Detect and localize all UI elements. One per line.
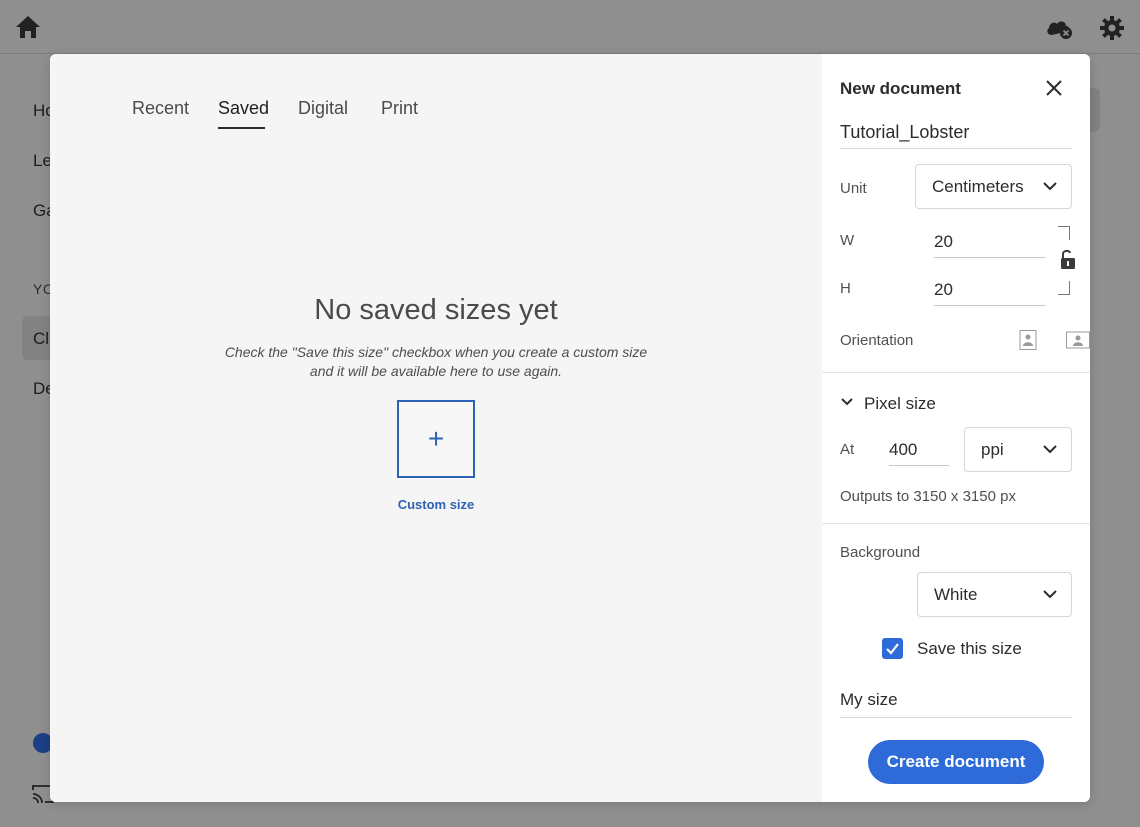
resolution-unit-select[interactable]: ppi xyxy=(964,427,1072,472)
portrait-icon[interactable] xyxy=(1018,330,1038,350)
chevron-down-icon xyxy=(841,398,853,406)
chevron-down-icon xyxy=(1043,590,1057,599)
at-label: At xyxy=(840,441,855,458)
background-value: White xyxy=(934,585,978,604)
bg-nav-item-cloud: Cl xyxy=(33,329,50,348)
document-name-input[interactable] xyxy=(840,117,1072,149)
checkmark-icon xyxy=(886,643,899,655)
tab-print[interactable]: Print xyxy=(381,98,418,119)
save-size-label[interactable]: Save this size xyxy=(917,639,1022,659)
chevron-down-icon xyxy=(1043,445,1057,454)
save-size-checkbox[interactable] xyxy=(882,638,903,659)
orientation-label: Orientation xyxy=(840,332,914,349)
background-label: Background xyxy=(840,544,921,561)
pixel-size-toggle[interactable]: Pixel size xyxy=(840,394,936,414)
tab-saved[interactable]: Saved xyxy=(218,98,269,119)
landscape-icon[interactable] xyxy=(1066,330,1090,350)
size-name-input[interactable] xyxy=(840,682,1072,718)
close-icon[interactable] xyxy=(1044,78,1064,98)
outputs-text: Outputs to 3150 x 3150 px xyxy=(840,488,1016,505)
app-topbar xyxy=(0,0,1140,54)
plus-icon: + xyxy=(427,423,445,454)
unit-value: Centimeters xyxy=(932,177,1024,196)
width-label: W xyxy=(840,232,855,249)
cloud-offline-icon[interactable] xyxy=(1044,16,1074,40)
empty-state-title: No saved sizes yet xyxy=(314,294,558,326)
unit-label: Unit xyxy=(840,180,867,197)
panel-title: New document xyxy=(840,79,961,98)
empty-state-description-line1: Check the "Save this size" checkbox when… xyxy=(224,344,648,360)
resolution-unit-value: ppi xyxy=(981,440,1004,459)
unlock-icon[interactable] xyxy=(1059,248,1077,270)
tab-digital[interactable]: Digital xyxy=(298,98,348,119)
divider xyxy=(822,372,1090,373)
unit-select[interactable]: Centimeters xyxy=(915,164,1072,209)
presets-area: Recent Saved Digital Print No saved size… xyxy=(50,54,822,802)
resolution-input[interactable] xyxy=(889,434,949,466)
chevron-down-icon xyxy=(1043,182,1057,191)
custom-size-button[interactable]: + xyxy=(397,400,475,478)
aspect-bracket-bottom xyxy=(1058,281,1070,295)
tab-recent[interactable]: Recent xyxy=(132,98,189,119)
aspect-bracket-top xyxy=(1058,226,1070,240)
empty-state-description: Check the "Save this size" checkbox when… xyxy=(210,343,662,381)
pixel-size-label: Pixel size xyxy=(864,394,936,413)
background-select[interactable]: White xyxy=(917,572,1072,617)
active-tab-indicator xyxy=(218,127,265,129)
height-input[interactable] xyxy=(934,274,1046,306)
home-icon[interactable] xyxy=(14,14,42,40)
height-label: H xyxy=(840,280,851,297)
document-settings-panel: New document Unit Centimeters W H Orient… xyxy=(822,54,1090,802)
gear-icon[interactable] xyxy=(1099,15,1125,41)
custom-size-label[interactable]: Custom size xyxy=(50,497,822,512)
empty-state-description-line2: and it will be available here to use aga… xyxy=(309,363,563,379)
width-input[interactable] xyxy=(934,226,1046,258)
create-document-button[interactable]: Create document xyxy=(868,740,1044,784)
divider xyxy=(822,523,1090,524)
new-document-dialog: Recent Saved Digital Print No saved size… xyxy=(50,54,1090,802)
